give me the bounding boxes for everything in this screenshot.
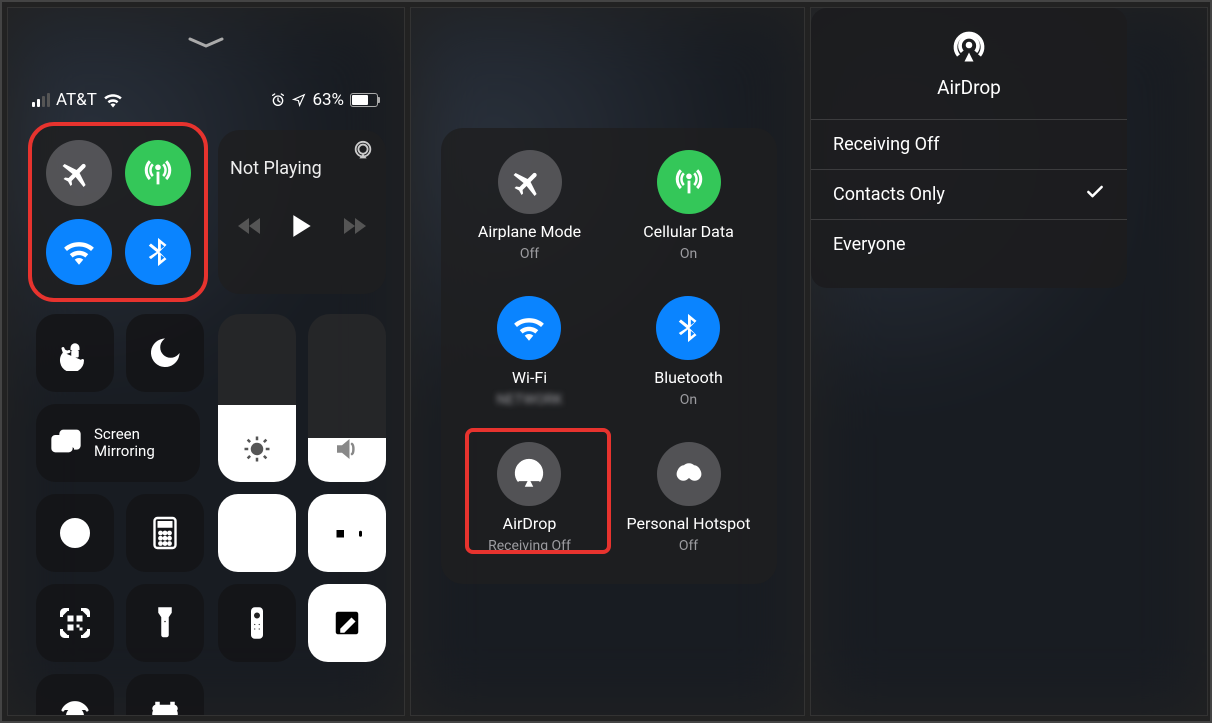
- alarm-shortcut-button[interactable]: [126, 674, 204, 716]
- airdrop-menu: AirDrop Receiving Off Contacts Only Ever…: [811, 8, 1127, 288]
- bluetooth-status: On: [680, 392, 697, 408]
- now-playing-module[interactable]: Not Playing: [218, 130, 386, 294]
- option-label: Receiving Off: [833, 134, 940, 155]
- airdrop-menu-panel: AirDrop Receiving Off Contacts Only Ever…: [810, 7, 1208, 716]
- alarm-icon: [270, 92, 286, 108]
- next-track-icon[interactable]: [342, 216, 366, 240]
- status-bar: AT&T 63%: [8, 88, 404, 112]
- check-icon: [1085, 182, 1105, 207]
- airplane-mode-toggle[interactable]: [46, 140, 112, 206]
- carrier-label: AT&T: [56, 90, 97, 110]
- hotspot-label: Personal Hotspot: [626, 514, 750, 533]
- airdrop-icon: [951, 30, 987, 66]
- option-label: Contacts Only: [833, 184, 945, 205]
- location-icon: [292, 93, 306, 107]
- airdrop-option-contacts-only[interactable]: Contacts Only: [811, 169, 1127, 219]
- airdrop-option-everyone[interactable]: Everyone: [811, 219, 1127, 269]
- control-center-panel: AT&T 63% Not Playing: [7, 7, 405, 716]
- wifi-label: Wi-Fi: [512, 368, 547, 387]
- cellular-status: On: [680, 246, 697, 262]
- bluetooth-label: Bluetooth: [654, 368, 723, 387]
- wifi-icon: [497, 296, 561, 360]
- battery-percent: 63%: [312, 90, 344, 110]
- hotspot-icon: [657, 442, 721, 506]
- notes-button[interactable]: [308, 584, 386, 662]
- airdrop-menu-title: AirDrop: [937, 76, 1001, 99]
- apple-tv-remote-button[interactable]: [218, 584, 296, 662]
- hotspot-status: Off: [679, 538, 698, 554]
- connectivity-expanded-card: Airplane Mode Off Cellular Data On Wi-Fi…: [441, 128, 777, 584]
- brightness-slider[interactable]: [218, 314, 296, 482]
- timer-button[interactable]: [36, 494, 114, 572]
- wifi-item[interactable]: Wi-Fi NETWORK: [496, 296, 562, 436]
- airplane-status: Off: [520, 246, 539, 262]
- wifi-status-icon: [103, 92, 123, 108]
- airdrop-highlight: [465, 428, 611, 554]
- screen-mirroring-label: Screen Mirroring: [94, 426, 155, 461]
- camera-button[interactable]: [218, 494, 296, 572]
- bluetooth-toggle[interactable]: [125, 219, 191, 285]
- option-label: Everyone: [833, 234, 906, 255]
- previous-track-icon[interactable]: [238, 216, 262, 240]
- wifi-status: NETWORK: [496, 392, 562, 408]
- personal-hotspot-item[interactable]: Personal Hotspot Off: [626, 442, 750, 582]
- qr-scanner-button[interactable]: [36, 584, 114, 662]
- bluetooth-item[interactable]: Bluetooth On: [654, 296, 723, 436]
- cellular-label: Cellular Data: [643, 222, 734, 241]
- airplane-mode-item[interactable]: Airplane Mode Off: [478, 150, 581, 290]
- hearing-button[interactable]: [36, 674, 114, 716]
- cellular-icon: [657, 150, 721, 214]
- connectivity-module[interactable]: [32, 126, 204, 298]
- cellular-data-toggle[interactable]: [125, 140, 191, 206]
- wifi-toggle[interactable]: [46, 219, 112, 285]
- play-icon[interactable]: [290, 213, 314, 243]
- volume-slider[interactable]: [308, 314, 386, 482]
- screen-mirroring-button[interactable]: Screen Mirroring: [36, 404, 200, 482]
- cellular-signal-icon: [32, 93, 50, 107]
- cellular-data-item[interactable]: Cellular Data On: [643, 150, 734, 290]
- do-not-disturb-toggle[interactable]: [126, 314, 204, 392]
- airdrop-option-receiving-off[interactable]: Receiving Off: [811, 119, 1127, 169]
- airplane-label: Airplane Mode: [478, 222, 581, 241]
- low-power-mode-toggle[interactable]: [308, 494, 386, 572]
- bluetooth-icon: [656, 296, 720, 360]
- airplay-icon[interactable]: [352, 140, 374, 166]
- calculator-button[interactable]: [126, 494, 204, 572]
- airplane-icon: [498, 150, 562, 214]
- flashlight-button[interactable]: [126, 584, 204, 662]
- battery-icon: [350, 93, 380, 107]
- orientation-lock-toggle[interactable]: [36, 314, 114, 392]
- connectivity-expanded-panel: Airplane Mode Off Cellular Data On Wi-Fi…: [410, 7, 805, 716]
- collapse-chevron-icon[interactable]: [186, 34, 226, 54]
